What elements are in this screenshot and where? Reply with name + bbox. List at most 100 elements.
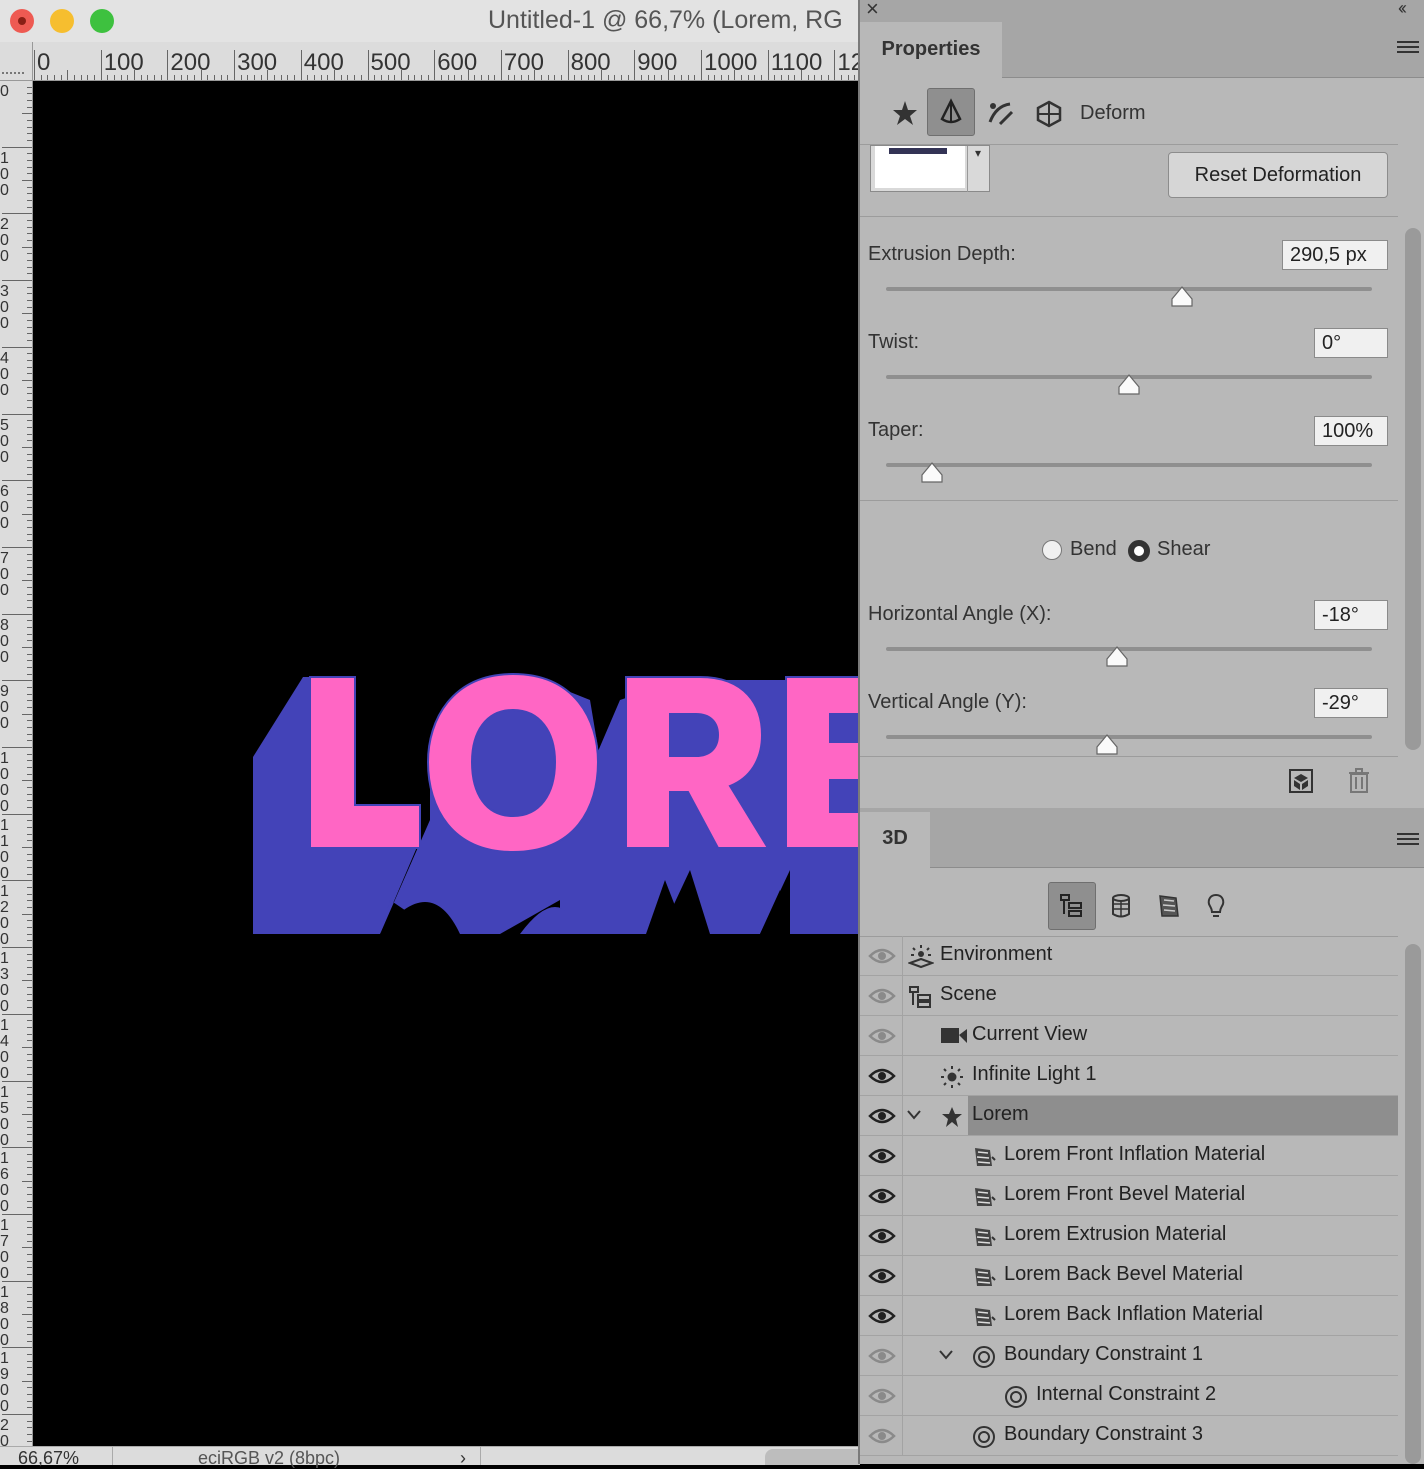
mesh-mode-icon[interactable] (890, 98, 920, 128)
ruler-h-minor-tick (580, 75, 582, 80)
3d-layer-row[interactable]: Lorem Back Inflation Material (860, 1296, 1398, 1336)
zoom-level[interactable]: 66,67% (18, 1448, 79, 1469)
extrusion-depth-track[interactable] (886, 287, 1372, 291)
expand-chevron-icon[interactable] (906, 1108, 922, 1122)
twist-field[interactable]: 0° (1314, 328, 1388, 358)
close-window-button[interactable] (10, 9, 34, 33)
ruler-v-minor-tick (27, 1160, 32, 1162)
ruler-v-minor-tick (27, 266, 32, 268)
vertical-angle-field[interactable]: -29° (1314, 688, 1388, 718)
visibility-eye-icon[interactable] (868, 1386, 896, 1406)
visibility-eye-icon[interactable] (868, 1106, 896, 1126)
visibility-eye-icon[interactable] (868, 986, 896, 1006)
3d-layer-row[interactable]: Current View (860, 1016, 1398, 1056)
whole-scene-filter-button[interactable] (1048, 882, 1096, 930)
lights-filter-icon[interactable] (1204, 892, 1228, 920)
coordinates-mode-icon[interactable] (1034, 98, 1064, 128)
ruler-v-minor-tick (27, 560, 32, 562)
twist-slider-thumb[interactable] (1117, 374, 1141, 401)
3d-layer-row[interactable]: Lorem (860, 1096, 1398, 1136)
ruler-h-minor-tick (540, 75, 542, 80)
render-cube-icon[interactable] (1288, 768, 1314, 794)
status-menu-arrow-icon[interactable]: › (460, 1448, 466, 1469)
3d-layer-row[interactable]: Lorem Extrusion Material (860, 1216, 1398, 1256)
ruler-h-minor-tick (74, 75, 76, 80)
bend-label[interactable]: Bend (1070, 538, 1117, 561)
vertical-angle-track[interactable] (886, 735, 1372, 739)
visibility-eye-icon[interactable] (868, 1266, 896, 1286)
ruler-v-minor-tick (27, 1140, 32, 1142)
taper-slider-thumb[interactable] (920, 462, 944, 489)
3d-layer-row[interactable]: Internal Constraint 2 (860, 1376, 1398, 1416)
taper-track[interactable] (886, 463, 1372, 467)
properties-scrollbar[interactable] (1405, 228, 1421, 750)
document-canvas[interactable] (33, 81, 860, 1446)
3d-list-scrollbar[interactable] (1405, 944, 1421, 1464)
ruler-h-minor-tick (614, 75, 616, 80)
shear-radio[interactable] (1128, 540, 1150, 562)
properties-menu-icon[interactable] (1397, 38, 1419, 56)
taper-label: Taper: (868, 419, 924, 441)
visibility-eye-icon[interactable] (868, 1186, 896, 1206)
3d-layer-row[interactable]: Infinite Light 1 (860, 1056, 1398, 1096)
environment-icon (907, 945, 935, 969)
visibility-eye-icon[interactable] (868, 1306, 896, 1326)
collapse-panel-icon[interactable]: ‹‹ (1398, 0, 1407, 19)
3d-layer-row[interactable]: Environment (860, 936, 1398, 976)
taper-field[interactable]: 100% (1314, 416, 1388, 446)
visibility-eye-icon[interactable] (868, 1346, 896, 1366)
3d-layer-row[interactable]: Lorem Back Bevel Material (860, 1256, 1398, 1296)
3d-layer-row[interactable]: Lorem Front Inflation Material (860, 1136, 1398, 1176)
materials-filter-icon[interactable] (1156, 892, 1182, 920)
expand-chevron-icon[interactable] (938, 1348, 954, 1362)
ruler-h-minor-tick (360, 75, 362, 80)
reset-deformation-button[interactable]: Reset Deformation (1168, 152, 1388, 198)
extrusion-depth-field[interactable]: 290,5 px (1282, 240, 1388, 270)
zoom-window-button[interactable] (90, 9, 114, 33)
3d-layer-row[interactable]: Boundary Constraint 1 (860, 1336, 1398, 1376)
3d-menu-icon[interactable] (1397, 830, 1419, 848)
tab-properties[interactable]: Properties (860, 22, 1002, 78)
ruler-v-minor-tick (27, 1327, 32, 1329)
ruler-v-label: 1 9 0 0 (0, 1350, 9, 1416)
deform-mode-button[interactable] (927, 88, 975, 136)
3d-layer-row[interactable]: Boundary Constraint 3 (860, 1416, 1398, 1456)
extrusion-depth-slider-thumb[interactable] (1170, 286, 1194, 313)
ruler-origin[interactable] (0, 42, 33, 81)
ruler-v-minor-tick (27, 1167, 32, 1169)
ruler-h-major-tick (834, 50, 836, 80)
visibility-eye-icon[interactable] (868, 1426, 896, 1446)
shear-label[interactable]: Shear (1157, 538, 1210, 561)
ruler-v-minor-tick (22, 180, 32, 182)
ruler-v-minor-tick (27, 406, 32, 408)
ruler-v-label: 6 0 0 (0, 483, 9, 533)
ruler-h-minor-tick (447, 75, 449, 80)
3d-layer-row[interactable]: Scene (860, 976, 1398, 1016)
visibility-eye-icon[interactable] (868, 946, 896, 966)
ruler-v-minor-tick (27, 1187, 32, 1189)
visibility-eye-icon[interactable] (868, 1026, 896, 1046)
horizontal-angle-slider-thumb[interactable] (1105, 646, 1129, 673)
ruler-h-major-tick (100, 50, 102, 80)
cap-mode-icon[interactable] (986, 98, 1016, 128)
visibility-eye-icon[interactable] (868, 1226, 896, 1246)
ruler-v-minor-tick (27, 867, 32, 869)
minimize-window-button[interactable] (50, 9, 74, 33)
ruler-v-minor-tick (27, 1093, 32, 1095)
close-panel-icon[interactable]: × (866, 0, 879, 22)
meshes-filter-icon[interactable] (1108, 892, 1134, 920)
tab-3d[interactable]: 3D (860, 812, 930, 868)
3d-layer-row[interactable]: Lorem Front Bevel Material (860, 1176, 1398, 1216)
deformation-preset-picker[interactable]: ▾ (870, 145, 990, 192)
bend-radio[interactable] (1042, 540, 1062, 560)
horizontal-angle-track[interactable] (886, 647, 1372, 651)
horizontal-scrollbar[interactable] (765, 1449, 860, 1465)
vertical-ruler[interactable]: 0 1 0 0 2 0 0 3 0 0 4 0 0 5 0 0 6 0 0 7 0 0 8 0 … (0, 80, 33, 1446)
visibility-eye-icon[interactable] (868, 1146, 896, 1166)
trash-icon[interactable] (1348, 768, 1370, 794)
ruler-v-minor-tick (27, 240, 32, 242)
horizontal-angle-field[interactable]: -18° (1314, 600, 1388, 630)
material-icon (972, 1225, 996, 1247)
horizontal-ruler[interactable]: 0 100 200 300 400 500 600 700 800 900 1000 1100 12 (0, 42, 860, 81)
visibility-eye-icon[interactable] (868, 1066, 896, 1086)
